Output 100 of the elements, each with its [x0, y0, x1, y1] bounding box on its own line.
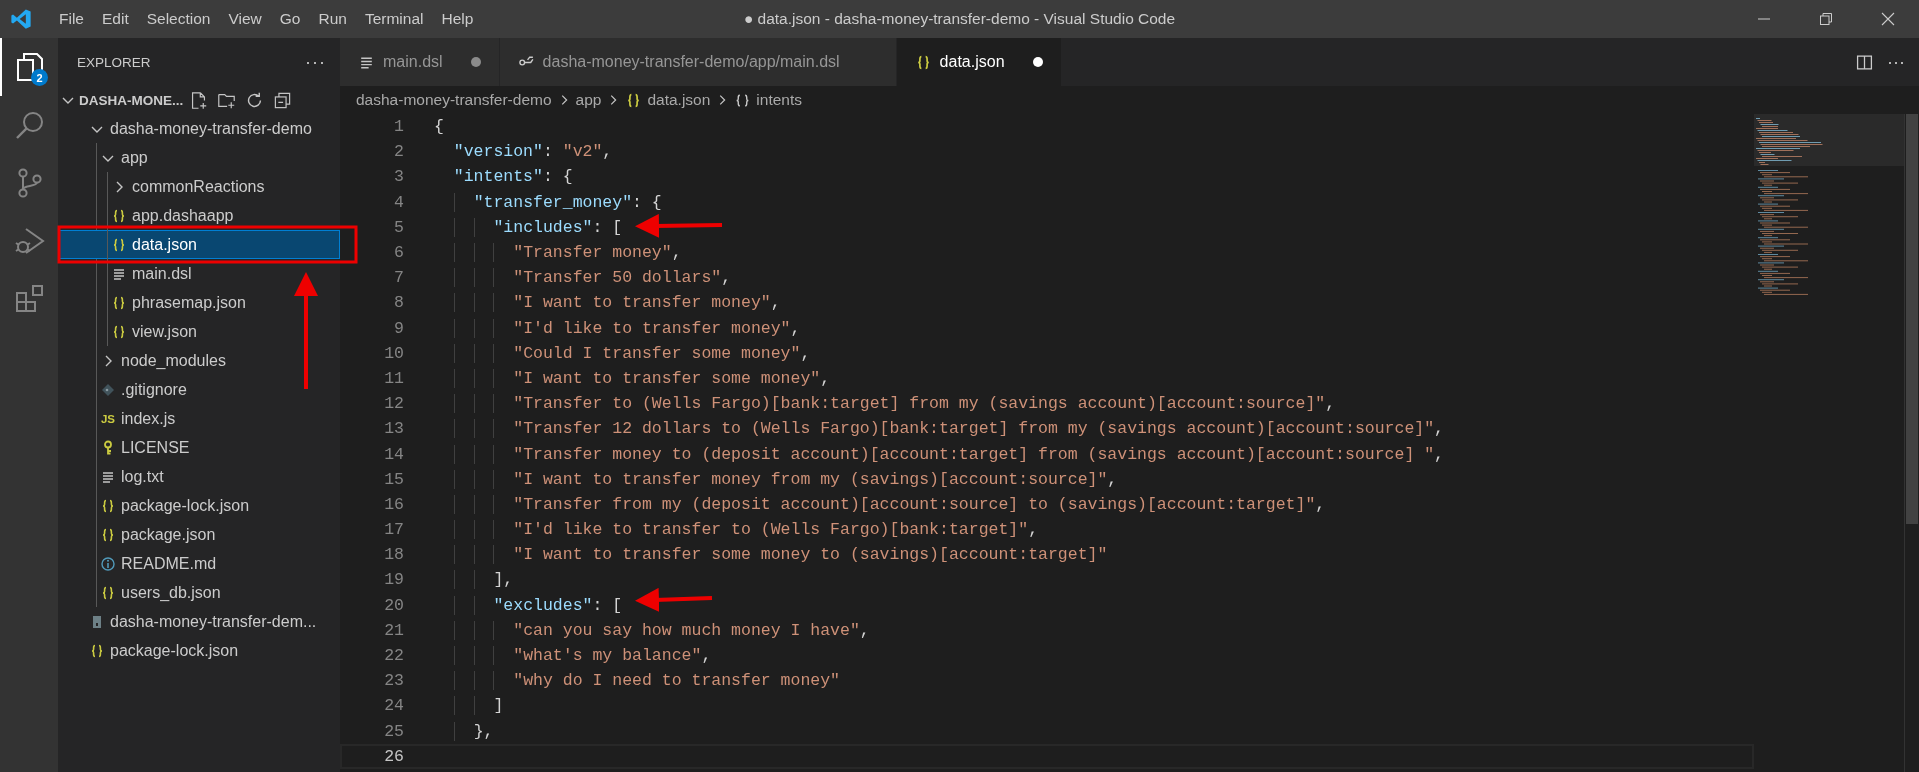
line-number: 5	[393, 217, 404, 237]
line-number: 7	[393, 268, 404, 288]
tree-item[interactable]: app	[58, 143, 340, 172]
editor-tab[interactable]: main.dsl	[340, 38, 500, 86]
menu-item[interactable]: View	[219, 10, 271, 28]
line-number: 26	[383, 746, 404, 766]
code-line: "I want to transfer some money",	[434, 368, 831, 388]
tree-item[interactable]: package.json	[58, 520, 340, 549]
code-line: "I want to transfer money",	[434, 293, 781, 313]
line-number: 13	[383, 419, 404, 439]
braces-icon	[100, 584, 116, 601]
tree-item[interactable]: app.dashaapp	[58, 201, 340, 230]
line-number: 24	[383, 696, 404, 716]
braces-icon	[100, 526, 116, 543]
tree-item[interactable]: commonReactions	[58, 172, 340, 201]
window-title: ● data.json - dasha-money-transfer-demo - Visual Studio Code	[743, 10, 1176, 28]
menu-item[interactable]: Go	[270, 10, 310, 28]
info-icon	[100, 555, 116, 572]
tree-item[interactable]: package-lock.json	[58, 636, 340, 665]
tree-item[interactable]: main.dsl	[58, 259, 340, 288]
line-number: 17	[383, 520, 404, 540]
code-line: "excludes": [	[434, 595, 623, 615]
js-icon: JS	[100, 412, 116, 425]
tree-item[interactable]: JS index.js	[58, 404, 340, 433]
line-number: 14	[383, 444, 404, 464]
breadcrumb-item[interactable]: intents	[756, 91, 803, 109]
collapse-all-icon[interactable]	[273, 90, 293, 110]
close-icon[interactable]	[1880, 11, 1896, 27]
code-line: "I'd like to transfer money",	[434, 318, 801, 338]
line-number: 10	[383, 343, 404, 363]
code-line: "Transfer to (Wells Fargo)[bank:target] from my (savings account)[account:source]",	[434, 394, 1336, 414]
line-number: 9	[393, 318, 404, 338]
editor-tab[interactable]: dasha-money-transfer-demo/app/main.dsl	[499, 38, 897, 86]
breadcrumb-item[interactable]: app	[575, 91, 602, 109]
tree-item[interactable]: LICENSE	[58, 433, 340, 462]
line-number: 2	[393, 142, 404, 162]
code-line: "I'd like to transfer to (Wells Fargo)[bank:target]",	[434, 520, 1039, 540]
line-number: 20	[383, 595, 404, 615]
panel-title: EXPLORER	[77, 54, 151, 70]
tree-item[interactable]: .gitignore	[58, 375, 340, 404]
tree-item[interactable]: package-lock.json	[58, 491, 340, 520]
line-number: 23	[383, 671, 404, 691]
line-number: 11	[383, 368, 404, 388]
more-actions-button[interactable]: ···	[305, 51, 326, 73]
split-editor-icon[interactable]	[1856, 53, 1873, 71]
code-line: "transfer_money": {	[434, 192, 662, 212]
code-line: "includes": [	[434, 217, 623, 237]
tree-item[interactable]: node_modules	[58, 346, 340, 375]
tree-item[interactable]: phrasemap.json	[58, 288, 340, 317]
menu-item[interactable]: Edit	[93, 10, 138, 28]
menu-item[interactable]: File	[50, 10, 93, 28]
tree-item[interactable]: users_db.json	[58, 578, 340, 607]
code-line: ]	[434, 696, 504, 716]
code-line: "Transfer from my (deposit account)[account:source] to (savings)[account:target]",	[434, 494, 1326, 514]
line-number: 12	[383, 394, 404, 414]
code-line: ],	[434, 570, 514, 590]
code-line: },	[434, 721, 494, 741]
line-number: 6	[393, 243, 404, 263]
search-icon[interactable]	[14, 109, 46, 141]
tree-item[interactable]: log.txt	[58, 462, 340, 491]
code-line: "Transfer 50 dollars",	[434, 268, 732, 288]
menu-item[interactable]: Terminal	[355, 10, 433, 28]
restore-icon[interactable]	[1818, 11, 1834, 27]
extensions-icon[interactable]	[14, 283, 46, 315]
section-title[interactable]: DASHA-MONE...	[79, 92, 184, 108]
line-number: 16	[383, 494, 404, 514]
line-number: 1	[393, 117, 404, 137]
scrollbar-thumb[interactable]	[1906, 114, 1918, 524]
code-line: "Transfer money to (deposit account)[account:target] from (savings account)[account:source] ",	[434, 444, 1444, 464]
diamond-icon	[100, 381, 116, 398]
braces-icon	[111, 323, 127, 340]
braces-icon	[100, 497, 116, 514]
editor-tab[interactable]: data.json	[896, 38, 1062, 86]
braces-icon	[111, 294, 127, 311]
tree-item[interactable]: view.json	[58, 317, 340, 346]
new-file-icon[interactable]	[189, 90, 209, 110]
more-actions-button[interactable]: ···	[1887, 51, 1905, 73]
breadcrumb-item[interactable]: data.json	[647, 91, 711, 109]
menu-item[interactable]: Selection	[137, 10, 220, 28]
code-line: "can you say how much money I have",	[434, 620, 870, 640]
line-number: 4	[393, 192, 404, 212]
code-line: "Transfer 12 dollars to (Wells Fargo)[bank:target] from my (savings account)[account:source]",	[434, 419, 1444, 439]
code-line: "why do I need to transfer money"	[434, 671, 840, 691]
tree-item[interactable]: dasha-money-transfer-dem...	[58, 607, 340, 636]
line-number: 22	[383, 646, 404, 666]
code-line: "Could I transfer some money",	[434, 343, 811, 363]
code-line: "intents": {	[452, 167, 573, 187]
tree-item[interactable]: data.json	[58, 230, 340, 259]
play-bug-icon[interactable]	[14, 225, 46, 257]
files-icon[interactable]	[14, 51, 46, 83]
line-number: 21	[383, 620, 404, 640]
line-number: 25	[383, 721, 404, 741]
line-number: 3	[393, 167, 404, 187]
menu-item[interactable]: Run	[309, 10, 356, 28]
app-logo	[10, 8, 32, 30]
tree-item[interactable]: dasha-money-transfer-demo	[58, 114, 340, 143]
menu-item[interactable]: Help	[432, 10, 483, 28]
tree-item[interactable]: README.md	[58, 549, 340, 578]
breadcrumb-item[interactable]: dasha-money-transfer-demo	[356, 91, 552, 109]
braces-icon	[89, 642, 105, 659]
